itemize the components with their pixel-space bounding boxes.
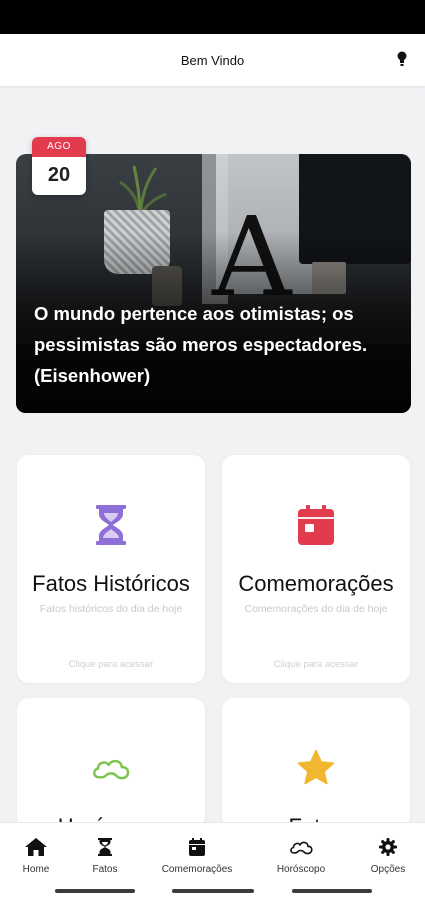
- card-horoscopo[interactable]: Horóscopo: [17, 698, 205, 828]
- card-title: Comemorações: [238, 571, 394, 596]
- card-fatos[interactable]: Fatos: [222, 698, 410, 828]
- card-cta: Clique para acessar: [273, 659, 359, 670]
- hourglass-icon: [91, 503, 131, 547]
- nav-label: Horóscopo: [276, 864, 326, 875]
- date-day: 20: [47, 164, 71, 186]
- app-header: Bem Vindo: [0, 34, 425, 86]
- card-fatos-historicos[interactable]: Fatos Históricos Fatos históricos do dia…: [17, 455, 205, 683]
- quote-text: O mundo pertence aos otimistas; os pessi…: [34, 303, 368, 386]
- hourglass-icon: [63, 837, 147, 857]
- cloud-icon: [259, 837, 343, 857]
- card-title: Fatos Históricos: [32, 571, 190, 596]
- system-nav-bar-center[interactable]: [172, 889, 254, 893]
- card-subtitle: Comemorações do dia de hoje: [244, 603, 388, 615]
- nav-item-fatos[interactable]: Fatos: [63, 837, 147, 875]
- status-bar: [0, 0, 425, 34]
- lightbulb-icon[interactable]: [395, 51, 409, 69]
- nav-label: Comemorações: [161, 864, 233, 875]
- gear-icon: [346, 837, 425, 857]
- calendar-icon: [296, 503, 336, 547]
- cloud-horoscope-icon: [91, 746, 131, 790]
- nav-item-horoscopo[interactable]: Horóscopo: [259, 837, 343, 875]
- card-comemoracoes[interactable]: Comemorações Comemorações do dia de hoje…: [222, 455, 410, 683]
- card-cta: Clique para acessar: [68, 659, 154, 670]
- nav-item-opcoes[interactable]: Opções: [346, 837, 425, 875]
- star-icon: [296, 746, 336, 790]
- nav-label: Opções: [370, 864, 406, 875]
- system-nav-bar-right[interactable]: [292, 889, 372, 893]
- calendar-icon: [155, 837, 239, 857]
- date-month: AGO: [32, 137, 86, 157]
- page-title: Bem Vindo: [180, 52, 245, 68]
- nav-label: Fatos: [92, 864, 118, 875]
- system-nav-bar-left[interactable]: [55, 889, 135, 893]
- card-subtitle: Fatos históricos do dia de hoje: [39, 603, 183, 615]
- nav-item-comemoracoes[interactable]: Comemorações: [155, 837, 239, 875]
- date-badge: AGO 20: [32, 137, 86, 195]
